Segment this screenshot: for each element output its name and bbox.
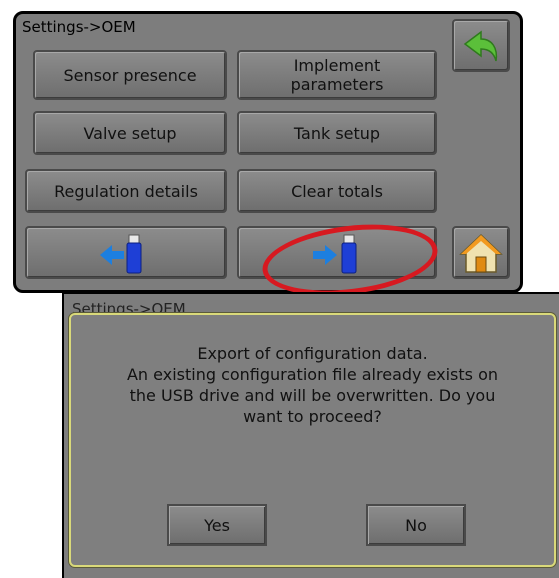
implement-parameters-button[interactable]: Implement parameters (237, 50, 437, 100)
sensor-presence-button[interactable]: Sensor presence (33, 50, 227, 100)
no-label: No (405, 515, 427, 535)
page-title: Settings->OEM (22, 18, 136, 36)
regulation-details-button[interactable]: Regulation details (25, 169, 227, 213)
clear-totals-label: Clear totals (291, 181, 383, 201)
sensor-presence-label: Sensor presence (63, 65, 197, 85)
usb-import-icon (100, 234, 142, 273)
valve-setup-label: Valve setup (83, 123, 177, 143)
regulation-details-label: Regulation details (54, 181, 198, 201)
oem-settings-panel: Settings->OEM Sensor presence Implement … (13, 11, 523, 293)
no-button[interactable]: No (366, 504, 466, 546)
dialog-message-line3: the USB drive and will be overwritten. D… (129, 386, 496, 405)
dialog-message-line1: Export of configuration data. (197, 344, 428, 363)
back-arrow-icon (463, 30, 498, 61)
home-button[interactable] (452, 226, 510, 279)
usb-import-button[interactable] (25, 226, 227, 279)
implement-parameters-label-line1: Implement (293, 56, 381, 75)
dialog-message-line4: want to proceed? (243, 407, 382, 426)
yes-button[interactable]: Yes (167, 504, 267, 546)
clear-totals-button[interactable]: Clear totals (237, 169, 437, 213)
valve-setup-button[interactable]: Valve setup (33, 111, 227, 155)
tank-setup-label: Tank setup (293, 123, 381, 143)
implement-parameters-label-line2: parameters (290, 75, 384, 94)
tank-setup-button[interactable]: Tank setup (237, 111, 437, 155)
dialog-message-line2: An existing configuration file already e… (126, 365, 499, 384)
home-icon (459, 233, 503, 273)
export-confirm-dialog: Export of configuration data. An existin… (69, 313, 556, 567)
back-button[interactable] (452, 19, 510, 72)
yes-label: Yes (204, 515, 230, 535)
